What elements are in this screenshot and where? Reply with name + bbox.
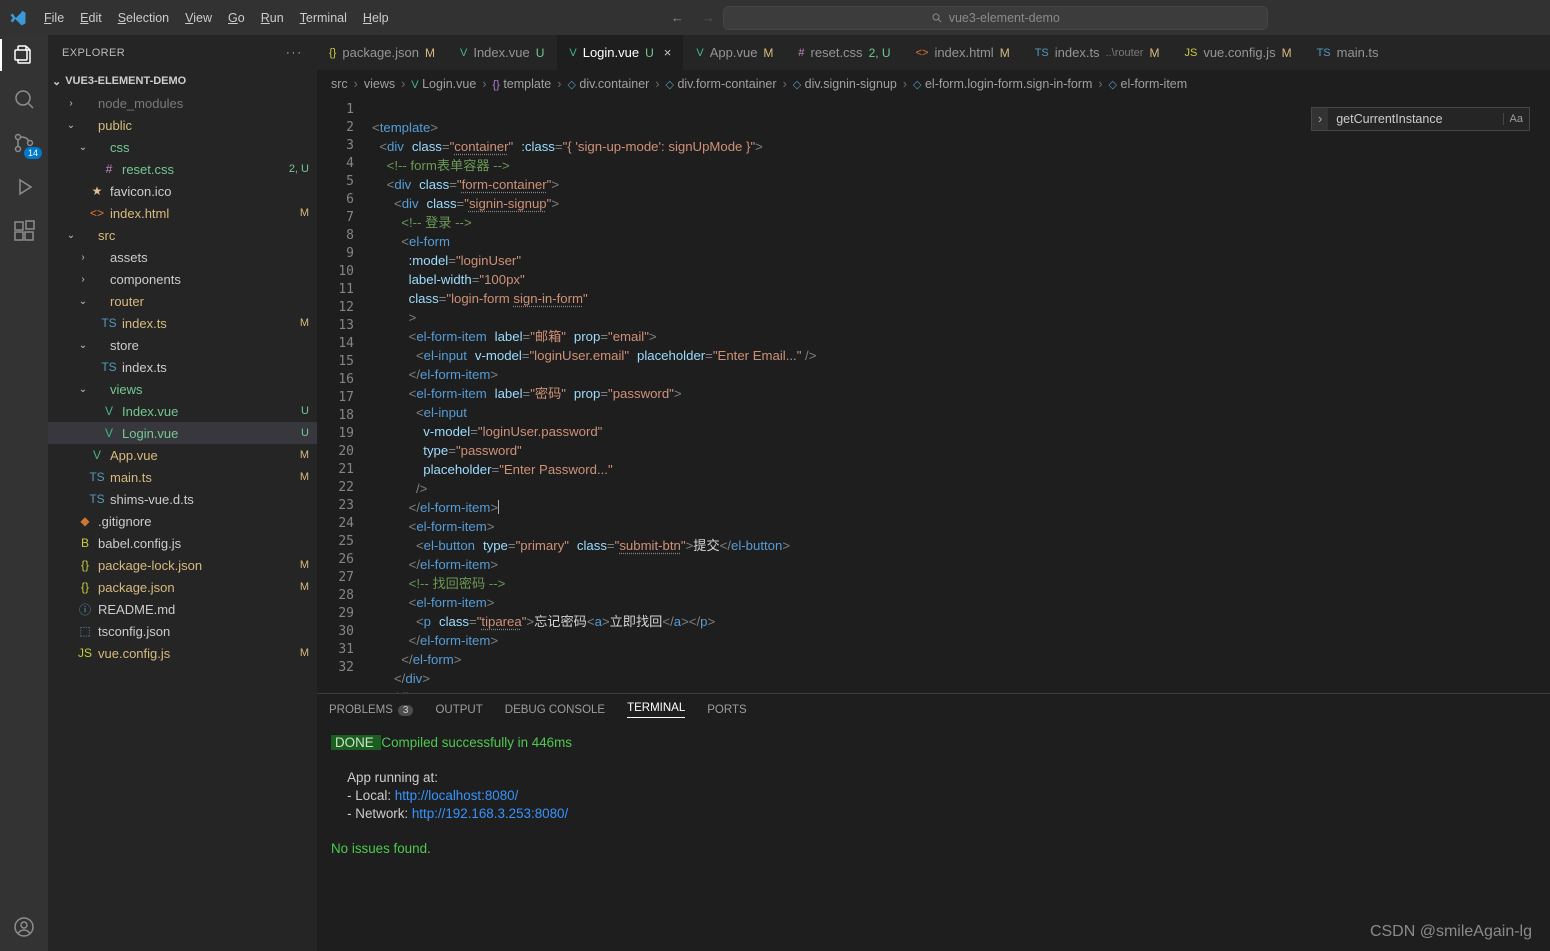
editor-area: {}package.jsonMVIndex.vueUVLogin.vueU×VA… bbox=[317, 35, 1550, 951]
sidebar: EXPLORER ··· ⌄ VUE3-ELEMENT-DEMO ›node_m… bbox=[48, 35, 317, 951]
panel-tabs: PROBLEMS3 OUTPUT DEBUG CONSOLE TERMINAL PORT… bbox=[317, 694, 1550, 726]
breadcrumb-segment[interactable]: ◇ div.form-container bbox=[666, 77, 777, 91]
extensions-icon[interactable] bbox=[12, 219, 36, 243]
watermark: CSDN @smileAgain-lg bbox=[1370, 923, 1532, 941]
nav-arrows: ← → bbox=[671, 10, 715, 25]
suggest-widget[interactable]: › getCurrentInstance Aa bbox=[1311, 107, 1530, 131]
accounts-icon[interactable] bbox=[12, 915, 36, 939]
tree-item[interactable]: ⓘREADME.md bbox=[48, 598, 317, 620]
menu-run[interactable]: Run bbox=[253, 7, 292, 29]
menu-view[interactable]: View bbox=[177, 7, 220, 29]
tree-item[interactable]: ⌄views bbox=[48, 378, 317, 400]
tree-item[interactable]: {}package.jsonM bbox=[48, 576, 317, 598]
editor-tab[interactable]: VIndex.vueU bbox=[448, 35, 557, 70]
explorer-icon[interactable] bbox=[12, 43, 36, 67]
panel-tab[interactable]: OUTPUT bbox=[435, 704, 482, 716]
editor-tabs: {}package.jsonMVIndex.vueUVLogin.vueU×VA… bbox=[317, 35, 1550, 71]
line-gutter: 1234567891011121314151617181920212223242… bbox=[317, 97, 372, 693]
tree-item[interactable]: TSindex.tsM bbox=[48, 312, 317, 334]
tree-item[interactable]: #reset.css2, U bbox=[48, 158, 317, 180]
breadcrumb-segment[interactable]: ◇ div.signin-signup bbox=[793, 77, 897, 91]
breadcrumb-segment[interactable]: ◇ el-form-item bbox=[1109, 77, 1188, 91]
tree-item[interactable]: Bbabel.config.js bbox=[48, 532, 317, 554]
tree-item[interactable]: VLogin.vueU bbox=[48, 422, 317, 444]
menu-file[interactable]: File bbox=[36, 7, 72, 29]
editor-tab[interactable]: JSvue.config.jsM bbox=[1172, 35, 1304, 70]
project-header[interactable]: ⌄ VUE3-ELEMENT-DEMO bbox=[48, 70, 317, 92]
vscode-logo-icon bbox=[8, 8, 28, 28]
file-tree: ›node_modules⌄public⌄css#reset.css2, U★f… bbox=[48, 92, 317, 951]
suggest-text: getCurrentInstance bbox=[1328, 112, 1502, 126]
tree-item[interactable]: TSshims-vue.d.ts bbox=[48, 488, 317, 510]
menu-edit[interactable]: Edit bbox=[72, 7, 110, 29]
menu-go[interactable]: Go bbox=[220, 7, 253, 29]
terminal-body[interactable]: DONE Compiled successfully in 446ms App … bbox=[317, 726, 1550, 951]
tree-item[interactable]: {}package-lock.jsonM bbox=[48, 554, 317, 576]
search-icon[interactable] bbox=[12, 87, 36, 111]
panel: PROBLEMS3 OUTPUT DEBUG CONSOLE TERMINAL PORT… bbox=[317, 693, 1550, 951]
search-text: vue3-element-demo bbox=[949, 11, 1060, 25]
tree-item[interactable]: ⌄store bbox=[48, 334, 317, 356]
breadcrumb-segment[interactable]: views bbox=[364, 77, 395, 91]
local-url-link[interactable]: http://localhost:8080/ bbox=[395, 788, 519, 803]
panel-tab[interactable]: PROBLEMS3 bbox=[329, 704, 413, 716]
menu-selection[interactable]: Selection bbox=[110, 7, 177, 29]
menu-help[interactable]: Help bbox=[355, 7, 397, 29]
match-case-icon[interactable]: Aa bbox=[1503, 113, 1529, 125]
scm-icon[interactable]: 14 bbox=[12, 131, 36, 155]
chevron-right-icon[interactable]: › bbox=[1312, 108, 1328, 130]
code-area[interactable]: <<template>template> <div class="contain… bbox=[372, 97, 1550, 693]
nav-forward-icon[interactable]: → bbox=[702, 10, 715, 25]
tree-item[interactable]: ›components bbox=[48, 268, 317, 290]
tree-item[interactable]: TSmain.tsM bbox=[48, 466, 317, 488]
command-center[interactable]: vue3-element-demo bbox=[723, 6, 1268, 30]
tree-item[interactable]: ›assets bbox=[48, 246, 317, 268]
activity-bar: 14 bbox=[0, 35, 48, 951]
done-badge: DONE bbox=[331, 735, 381, 750]
sidebar-more-icon[interactable]: ··· bbox=[286, 47, 303, 59]
tree-item[interactable]: VApp.vueM bbox=[48, 444, 317, 466]
tree-item[interactable]: TSindex.ts bbox=[48, 356, 317, 378]
editor-body: › getCurrentInstance Aa 1234567891011121… bbox=[317, 97, 1550, 693]
project-name: VUE3-ELEMENT-DEMO bbox=[65, 75, 186, 87]
close-icon[interactable]: × bbox=[664, 45, 672, 60]
editor-tab[interactable]: #reset.css2, U bbox=[786, 35, 903, 70]
titlebar: FileEditSelectionViewGoRunTerminalHelp ←… bbox=[0, 0, 1550, 35]
tree-item[interactable]: ◆.gitignore bbox=[48, 510, 317, 532]
nav-back-icon[interactable]: ← bbox=[671, 10, 684, 25]
tree-item[interactable]: ★favicon.ico bbox=[48, 180, 317, 202]
editor-tab[interactable]: TSmain.ts bbox=[1305, 35, 1392, 70]
breadcrumb-segment[interactable]: V Login.vue bbox=[411, 77, 476, 91]
scm-badge: 14 bbox=[24, 147, 42, 159]
editor-tab[interactable]: TSindex.ts..\routerM bbox=[1023, 35, 1173, 70]
breadcrumb-segment[interactable]: {} template bbox=[492, 77, 551, 91]
editor-tab[interactable]: VApp.vueM bbox=[684, 35, 786, 70]
editor-tab[interactable]: VLogin.vueU× bbox=[557, 35, 684, 70]
tree-item[interactable]: ⬚tsconfig.json bbox=[48, 620, 317, 642]
editor-tab[interactable]: <>index.htmlM bbox=[904, 35, 1023, 70]
breadcrumb-segment[interactable]: src bbox=[331, 77, 348, 91]
editor-tab[interactable]: {}package.jsonM bbox=[317, 35, 448, 70]
menu-bar: FileEditSelectionViewGoRunTerminalHelp bbox=[36, 10, 397, 25]
tree-item[interactable]: ⌄public bbox=[48, 114, 317, 136]
breadcrumb: src›views›V Login.vue›{} template›◇ div.… bbox=[317, 71, 1550, 97]
breadcrumb-segment[interactable]: ◇ div.container bbox=[567, 77, 649, 91]
panel-tab[interactable]: PORTS bbox=[707, 704, 746, 716]
sidebar-header: EXPLORER ··· bbox=[48, 35, 317, 70]
tree-item[interactable]: ⌄css bbox=[48, 136, 317, 158]
tree-item[interactable]: <>index.htmlM bbox=[48, 202, 317, 224]
tree-item[interactable]: JSvue.config.jsM bbox=[48, 642, 317, 664]
tree-item[interactable]: VIndex.vueU bbox=[48, 400, 317, 422]
debug-icon[interactable] bbox=[12, 175, 36, 199]
tree-item[interactable]: ›node_modules bbox=[48, 92, 317, 114]
sidebar-title: EXPLORER bbox=[62, 47, 125, 59]
tree-item[interactable]: ⌄router bbox=[48, 290, 317, 312]
caret bbox=[498, 500, 499, 514]
tree-item[interactable]: ⌄src bbox=[48, 224, 317, 246]
panel-tab[interactable]: DEBUG CONSOLE bbox=[505, 704, 605, 716]
panel-tab[interactable]: TERMINAL bbox=[627, 702, 685, 718]
network-url-link[interactable]: http://192.168.3.253:8080/ bbox=[412, 806, 568, 821]
menu-terminal[interactable]: Terminal bbox=[292, 7, 355, 29]
breadcrumb-segment[interactable]: ◇ el-form.login-form.sign-in-form bbox=[913, 77, 1092, 91]
